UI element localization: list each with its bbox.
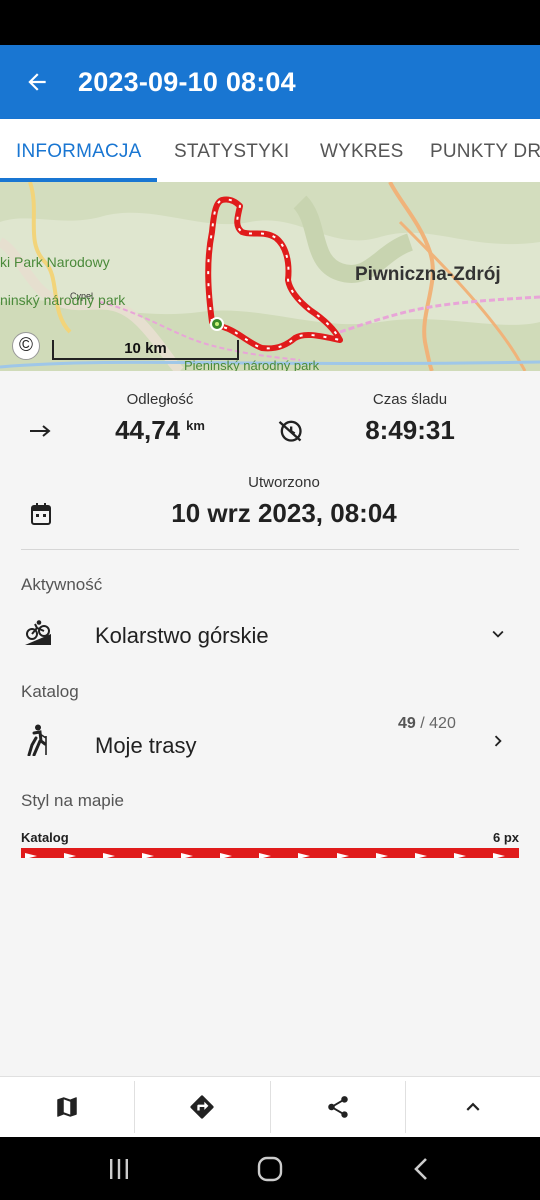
created-value: 10 wrz 2023, 08:04 bbox=[171, 498, 397, 528]
route-map[interactable]: ki Park Narodowy Cypel ninský národný pa… bbox=[0, 182, 540, 371]
distance-label: Odległość bbox=[126, 391, 194, 408]
mountain-bike-icon bbox=[25, 620, 51, 645]
share-button[interactable] bbox=[271, 1081, 406, 1133]
catalog-count-total: 420 bbox=[429, 715, 456, 732]
recent-apps-button[interactable] bbox=[69, 1137, 169, 1200]
directions-icon bbox=[190, 1095, 215, 1119]
map-style-line-preview[interactable] bbox=[21, 848, 519, 858]
map-style-width-label: 6 px bbox=[492, 830, 519, 845]
divider bbox=[21, 549, 519, 550]
map-label-town: Piwniczna-Zdrój bbox=[355, 264, 501, 285]
track-time-value: 8:49:31 bbox=[365, 415, 455, 445]
catalog-section-label: Katalog bbox=[21, 682, 79, 701]
home-icon bbox=[257, 1156, 283, 1181]
home-button[interactable] bbox=[220, 1137, 320, 1200]
distance-value-group: 44,74 km bbox=[80, 415, 240, 446]
catalog-count-current: 49 bbox=[398, 715, 416, 732]
system-back-button[interactable] bbox=[371, 1137, 471, 1200]
tab-bar: INFORMACJA STATYSTYKI WYKRES PUNKTY DRO bbox=[0, 119, 540, 182]
show-on-map-button[interactable] bbox=[0, 1081, 136, 1133]
app-bar: 2023-09-10 08:04 bbox=[0, 45, 540, 119]
map-style-catalog-label: Katalog bbox=[21, 830, 69, 845]
page-title: 2023-09-10 08:04 bbox=[78, 66, 296, 97]
system-nav-bar bbox=[0, 1137, 540, 1200]
chevron-up-icon bbox=[466, 1102, 480, 1111]
distance-arrow-icon bbox=[30, 425, 51, 437]
catalog-count: 49 / 420 bbox=[398, 715, 456, 733]
map-style-section-label: Styl na mapie bbox=[21, 791, 124, 810]
tab-informacja[interactable]: INFORMACJA bbox=[16, 119, 142, 182]
tab-punkty-drogi[interactable]: PUNKTY DRO bbox=[430, 119, 540, 182]
arrow-back-icon bbox=[28, 73, 46, 91]
map-copyright-button[interactable]: © bbox=[12, 332, 40, 360]
map-scale-label: 10 km bbox=[124, 340, 167, 357]
distance-unit: km bbox=[186, 418, 205, 433]
line-arrows-pattern bbox=[25, 853, 505, 858]
share-icon bbox=[327, 1096, 348, 1118]
map-label-park-top: ki Park Narodowy bbox=[0, 254, 110, 270]
activity-row[interactable]: Kolarstwo górskie bbox=[0, 611, 540, 661]
bottom-action-bar bbox=[0, 1076, 540, 1137]
catalog-row[interactable]: Moje trasy 49 / 420 bbox=[0, 713, 540, 773]
chevron-right-icon bbox=[494, 735, 502, 747]
recent-apps-icon bbox=[110, 1158, 128, 1179]
map-icon bbox=[57, 1097, 77, 1117]
activity-value: Kolarstwo górskie bbox=[95, 623, 269, 648]
system-back-icon bbox=[414, 1157, 427, 1180]
tab-statystyki[interactable]: STATYSTYKI bbox=[174, 119, 289, 182]
created-label: Utworzono bbox=[248, 474, 320, 491]
more-actions-button[interactable] bbox=[406, 1081, 540, 1133]
catalog-count-separator: / bbox=[415, 715, 430, 732]
distance-value: 44,74 bbox=[115, 415, 181, 445]
info-content: Odległość 44,74 km Czas śladu 8:49:31 Utw… bbox=[0, 371, 540, 1076]
chevron-down-icon bbox=[492, 630, 504, 638]
status-bar bbox=[0, 0, 540, 45]
tab-wykres[interactable]: WYKRES bbox=[320, 119, 404, 182]
back-button[interactable] bbox=[0, 45, 74, 119]
hiker-icon bbox=[27, 724, 47, 756]
navigate-button[interactable] bbox=[135, 1081, 271, 1133]
calendar-icon bbox=[31, 503, 51, 525]
track-time-label: Czas śladu bbox=[372, 391, 448, 408]
map-label-park-middle: ninský národný park bbox=[0, 292, 126, 308]
activity-section-label: Aktywność bbox=[21, 575, 103, 594]
catalog-value: Moje trasy bbox=[95, 733, 197, 758]
track-time-icon bbox=[278, 420, 302, 442]
